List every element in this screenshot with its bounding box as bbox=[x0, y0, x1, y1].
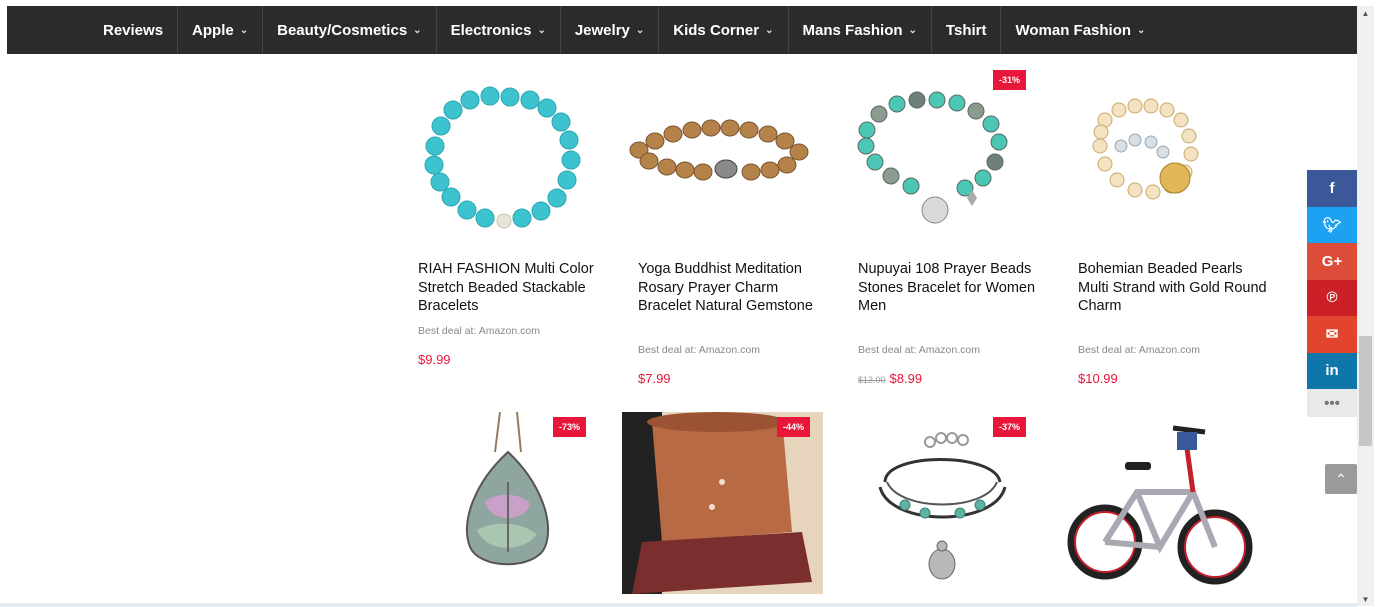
product-image[interactable] bbox=[622, 412, 823, 594]
scroll-down-arrow-icon[interactable]: ▼ bbox=[1357, 592, 1374, 606]
product-image[interactable] bbox=[1065, 70, 1270, 255]
product-deal: Best deal at: Amazon.com bbox=[858, 344, 980, 356]
chevron-down-icon: ⌄ bbox=[413, 24, 422, 36]
nav-item-jewelry[interactable]: Jewelry ⌄ bbox=[561, 6, 660, 54]
more-share-button[interactable]: ••• bbox=[1307, 389, 1357, 417]
twitter-share-button[interactable]: 🐦︎ bbox=[1307, 206, 1357, 243]
nav-item-beauty-cosmetics[interactable]: Beauty/Cosmetics ⌄ bbox=[263, 6, 437, 54]
product-price: $13.00 $8.99 bbox=[858, 371, 922, 386]
nav-label: Kids Corner bbox=[673, 21, 760, 39]
product-deal: Best deal at: Amazon.com bbox=[418, 325, 540, 337]
tree-of-life-pendant-icon bbox=[465, 412, 550, 566]
pearl-strand-bracelet-icon bbox=[1092, 98, 1199, 200]
product-price-value: $8.99 bbox=[889, 371, 923, 386]
product-title[interactable]: RIAH FASHION Multi Color Stretch Beaded … bbox=[418, 260, 608, 316]
terracotta-planter-icon bbox=[622, 412, 823, 594]
discount-badge: -31% bbox=[993, 70, 1027, 90]
product-old-price: $13.00 bbox=[858, 375, 886, 385]
product-image[interactable] bbox=[625, 70, 830, 255]
kids-bicycle-icon bbox=[1067, 425, 1253, 585]
nav-item-tshirt[interactable]: Tshirt bbox=[932, 6, 1002, 54]
chevron-down-icon: ⌄ bbox=[1137, 24, 1146, 36]
back-to-top-button[interactable]: ⌃ bbox=[1325, 464, 1357, 494]
nav-label: Mans Fashion bbox=[802, 21, 903, 39]
chevron-down-icon: ⌄ bbox=[765, 24, 774, 36]
product-image[interactable] bbox=[425, 412, 630, 597]
email-share-button[interactable]: ✉ bbox=[1307, 316, 1357, 353]
share-sidebar: f 🐦︎ G+ ℗ ✉ in ••• bbox=[1307, 170, 1357, 417]
facebook-icon: f bbox=[1329, 179, 1335, 197]
turquoise-charm-bracelet-icon bbox=[857, 91, 1008, 224]
facebook-share-button[interactable]: f bbox=[1307, 170, 1357, 207]
nav-label: Electronics bbox=[450, 21, 532, 39]
product-price: $9.99 bbox=[418, 352, 451, 367]
linkedin-share-button[interactable]: in bbox=[1307, 352, 1357, 389]
scrollbar-thumb[interactable] bbox=[1359, 336, 1372, 446]
product-title[interactable]: Yoga Buddhist Meditation Rosary Prayer C… bbox=[638, 260, 828, 316]
linkedin-icon: in bbox=[1325, 362, 1339, 380]
pinterest-share-button[interactable]: ℗ bbox=[1307, 279, 1357, 316]
product-price-value: $10.99 bbox=[1078, 371, 1118, 386]
product-image[interactable] bbox=[415, 70, 620, 255]
chevron-down-icon: ⌄ bbox=[908, 24, 917, 36]
nav-item-apple[interactable]: Apple ⌄ bbox=[178, 6, 264, 54]
nav-label: Woman Fashion bbox=[1015, 21, 1132, 39]
discount-badge: -37% bbox=[993, 417, 1027, 437]
turquoise-bead-bracelet-icon bbox=[424, 86, 581, 229]
nav-item-kids-corner[interactable]: Kids Corner ⌄ bbox=[659, 6, 789, 54]
product-title[interactable]: Nupuyai 108 Prayer Beads Stones Bracelet… bbox=[858, 260, 1048, 316]
chevron-down-icon: ⌄ bbox=[239, 24, 249, 36]
product-price: $7.99 bbox=[638, 371, 671, 386]
twitter-icon: 🐦︎ bbox=[1322, 216, 1342, 234]
brown-bead-bracelet-icon bbox=[629, 119, 809, 181]
nav-label: Tshirt bbox=[945, 21, 987, 39]
product-image[interactable] bbox=[1065, 412, 1270, 597]
product-price-value: $7.99 bbox=[638, 371, 671, 386]
nav-item-reviews[interactable]: Reviews bbox=[89, 6, 179, 54]
turtle-charm-bracelet-icon bbox=[878, 432, 1007, 580]
chevron-up-icon: ⌃ bbox=[1335, 470, 1347, 487]
email-icon: ✉ bbox=[1325, 326, 1339, 344]
page-scrollbar[interactable]: ▲ ▼ bbox=[1357, 6, 1374, 606]
nav-item-mans-fashion[interactable]: Mans Fashion ⌄ bbox=[789, 6, 932, 54]
discount-badge: -73% bbox=[553, 417, 587, 437]
nav-item-electronics[interactable]: Electronics ⌄ bbox=[437, 6, 561, 54]
product-image[interactable] bbox=[845, 412, 1050, 597]
main-nav: Reviews Apple ⌄ Beauty/Cosmetics ⌄ Electro… bbox=[7, 6, 1357, 54]
more-dots-icon: ••• bbox=[1324, 394, 1340, 412]
product-price-value: $9.99 bbox=[418, 352, 451, 367]
nav-label: Reviews bbox=[103, 21, 164, 39]
product-title[interactable]: Bohemian Beaded Pearls Multi Strand with… bbox=[1078, 260, 1268, 316]
google-plus-share-button[interactable]: G+ bbox=[1307, 243, 1357, 280]
nav-label: Apple bbox=[192, 21, 234, 39]
scroll-up-arrow-icon[interactable]: ▲ bbox=[1357, 6, 1374, 20]
nav-label: Jewelry bbox=[574, 21, 630, 39]
pinterest-icon: ℗ bbox=[1326, 289, 1338, 307]
chevron-down-icon: ⌄ bbox=[635, 24, 645, 36]
google-plus-icon: G+ bbox=[1321, 252, 1343, 270]
discount-badge: -44% bbox=[777, 417, 811, 437]
chevron-down-icon: ⌄ bbox=[537, 24, 546, 36]
product-image[interactable] bbox=[845, 70, 1050, 255]
product-deal: Best deal at: Amazon.com bbox=[638, 344, 760, 356]
product-deal: Best deal at: Amazon.com bbox=[1078, 344, 1200, 356]
nav-item-woman-fashion[interactable]: Woman Fashion ⌄ bbox=[1001, 6, 1159, 54]
nav-label: Beauty/Cosmetics bbox=[277, 21, 408, 39]
bottom-divider bbox=[0, 603, 1357, 607]
product-price: $10.99 bbox=[1078, 371, 1118, 386]
